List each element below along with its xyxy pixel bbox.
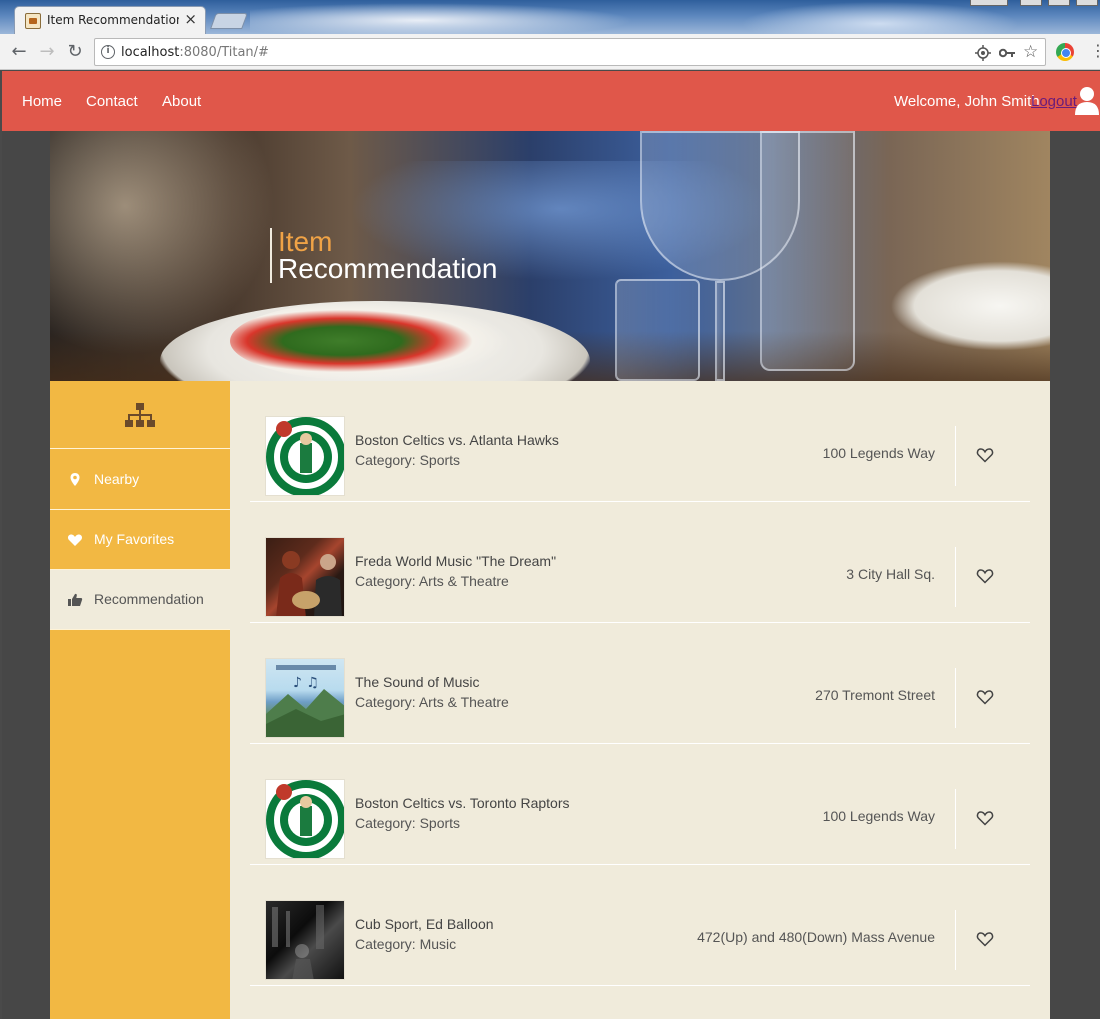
map-pin-icon — [70, 473, 80, 486]
list-item[interactable]: Freda World Music "The Dream" Category: … — [250, 502, 1030, 623]
divider — [955, 789, 956, 849]
hero-title-line-2: Recommendation — [278, 253, 498, 284]
url-path: :8080/Titan/# — [179, 45, 269, 60]
thumbs-up-icon — [68, 593, 83, 606]
item-image[interactable] — [265, 779, 345, 859]
item-address: 3 City Hall Sq. — [846, 566, 935, 582]
bookmark-star-icon[interactable]: ☆ — [1023, 42, 1038, 62]
browser-toolbar: ← → ↻ i localhost:8080/Titan/# ☆ ⋮ — [0, 34, 1100, 70]
sound-of-music-poster-icon: ♪ ♫ — [266, 665, 344, 737]
sidebar-item-label: Nearby — [94, 471, 140, 487]
favorite-heart-icon[interactable] — [976, 689, 994, 705]
item-category: Category: Music — [355, 936, 457, 952]
favorite-heart-icon[interactable] — [976, 931, 994, 947]
window-button[interactable] — [1076, 0, 1098, 6]
tab-favicon-icon — [25, 13, 41, 29]
favorite-heart-icon[interactable] — [976, 810, 994, 826]
forward-arrow-icon[interactable]: → — [36, 41, 58, 62]
item-name[interactable]: Cub Sport, Ed Balloon — [355, 916, 494, 932]
hero-image-salad — [230, 301, 510, 381]
desktop-background — [250, 0, 670, 34]
location-target-icon[interactable] — [975, 45, 991, 61]
svg-text:♪ ♫: ♪ ♫ — [293, 675, 319, 691]
item-category: Category: Sports — [355, 815, 461, 831]
item-name[interactable]: Boston Celtics vs. Toronto Raptors — [355, 795, 570, 811]
info-icon[interactable]: i — [101, 45, 115, 59]
hero-image-tall-glass — [760, 131, 855, 371]
item-list: Boston Celtics vs. Atlanta Hawks Categor… — [230, 381, 1050, 1019]
sidebar-item-my-favorites[interactable]: My Favorites — [50, 510, 230, 570]
item-category: Category: Arts & Theatre — [355, 694, 509, 710]
item-image[interactable] — [265, 537, 345, 617]
item-image[interactable] — [265, 416, 345, 496]
url-text[interactable]: localhost:8080/Titan/# — [121, 45, 269, 60]
nav-link-home[interactable]: Home — [22, 93, 62, 110]
item-address: 100 Legends Way — [822, 445, 935, 461]
item-name[interactable]: Freda World Music "The Dream" — [355, 553, 556, 569]
hero-title-rule — [270, 228, 272, 283]
item-image[interactable]: ♪ ♫ — [265, 658, 345, 738]
sidebar: Nearby My Favorites Recommendation — [50, 381, 230, 1019]
top-navigation: Home Contact About Welcome, John Smith L… — [2, 71, 1100, 131]
concert-photo-icon — [276, 551, 342, 616]
extension-icon[interactable] — [1056, 43, 1074, 61]
celtics-logo-icon — [266, 780, 344, 858]
welcome-message: Welcome, John Smith — [894, 93, 1040, 110]
url-host: localhost — [121, 45, 180, 60]
browser-tab[interactable]: Item Recommendation F × — [14, 6, 206, 34]
new-tab-button[interactable] — [210, 13, 248, 29]
item-address: 100 Legends Way — [822, 808, 935, 824]
list-item[interactable]: Boston Celtics vs. Atlanta Hawks Categor… — [250, 381, 1030, 502]
heart-icon — [67, 534, 83, 546]
window-button[interactable] — [1048, 0, 1070, 6]
sidebar-item-label: Recommendation — [94, 591, 204, 607]
sidebar-item-recommendation[interactable]: Recommendation — [50, 570, 230, 630]
hero-image-tumbler — [615, 279, 700, 381]
browser-tabstrip: Item Recommendation F × — [0, 0, 1100, 34]
tab-close-icon[interactable]: × — [184, 10, 197, 28]
nav-link-contact[interactable]: Contact — [86, 93, 138, 110]
item-name[interactable]: The Sound of Music — [355, 674, 480, 690]
reload-icon[interactable]: ↻ — [64, 41, 86, 62]
item-image[interactable] — [265, 900, 345, 980]
divider — [955, 426, 956, 486]
window-button[interactable] — [1020, 0, 1042, 6]
item-category: Category: Sports — [355, 452, 461, 468]
divider — [955, 668, 956, 728]
item-name[interactable]: Boston Celtics vs. Atlanta Hawks — [355, 432, 559, 448]
hero-image-glass-stem — [715, 281, 725, 381]
sitemap-icon — [125, 403, 155, 427]
favorite-heart-icon[interactable] — [976, 568, 994, 584]
key-icon[interactable] — [999, 46, 1015, 60]
list-item[interactable]: Cub Sport, Ed Balloon Category: Music 47… — [250, 865, 1030, 986]
band-photo-icon — [272, 905, 324, 979]
favorite-heart-icon[interactable] — [976, 447, 994, 463]
back-arrow-icon[interactable]: ← — [8, 41, 30, 62]
divider — [955, 547, 956, 607]
logout-link[interactable]: Logout — [1031, 93, 1077, 110]
tab-title: Item Recommendation F — [47, 13, 179, 27]
item-address: 472(Up) and 480(Down) Mass Avenue — [697, 929, 935, 945]
nav-link-about[interactable]: About — [162, 93, 201, 110]
web-page: Home Contact About Welcome, John Smith L… — [2, 71, 1100, 1019]
window-button[interactable] — [970, 0, 1008, 6]
item-address: 270 Tremont Street — [815, 687, 935, 703]
hero-banner: Item Recommendation — [50, 131, 1050, 381]
browser-menu-icon[interactable]: ⋮ — [1090, 41, 1100, 60]
list-item[interactable]: Boston Celtics vs. Toronto Raptors Categ… — [250, 744, 1030, 865]
sidebar-item-nearby[interactable]: Nearby — [50, 450, 230, 510]
sidebar-header — [50, 381, 230, 449]
list-item[interactable]: ♪ ♫ The Sound of Music Category: Arts & … — [250, 623, 1030, 744]
user-avatar-icon[interactable] — [1074, 85, 1100, 115]
address-bar[interactable]: i localhost:8080/Titan/# ☆ — [94, 38, 1046, 66]
item-category: Category: Arts & Theatre — [355, 573, 509, 589]
divider — [955, 910, 956, 970]
celtics-logo-icon — [266, 417, 344, 495]
sidebar-item-label: My Favorites — [94, 531, 175, 547]
